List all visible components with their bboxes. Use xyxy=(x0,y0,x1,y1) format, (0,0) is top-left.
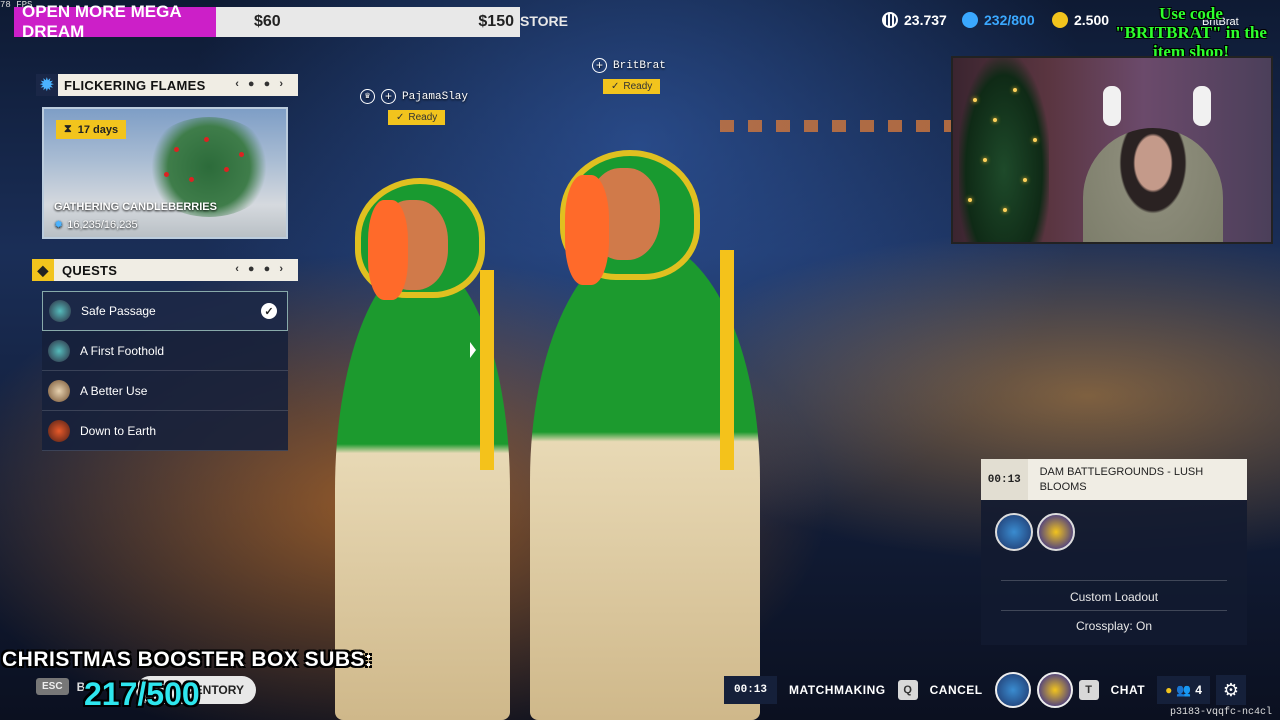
christmas-subs-label: CHRISTMAS BOOSTER BOX SUBS: xyxy=(2,648,373,671)
match-mode: DAM BATTLEGROUNDS - LUSH BLOOMS xyxy=(1039,465,1204,493)
quest-item[interactable]: A First Foothold xyxy=(42,331,288,371)
subs-counter: 217/500 xyxy=(84,676,200,712)
add-friend-icon: + xyxy=(381,89,396,104)
match-timer: 00:13 xyxy=(981,459,1028,500)
ready-badge: ✓ Ready xyxy=(603,79,661,94)
event-title: FLICKERING FLAMES xyxy=(64,77,206,93)
quests-panel-header: ◆ QUESTS ‹ ● ● › xyxy=(32,259,298,281)
quest-item[interactable]: Down to Earth xyxy=(42,411,288,451)
promo-progress-bar: OPEN MORE MEGA DREAM $60 $150 xyxy=(14,2,520,41)
event-card[interactable]: ⧗ 17 days GATHERING CANDLEBERRIES ✹ 16,2… xyxy=(42,107,288,239)
coins-icon xyxy=(1052,12,1068,28)
promo-title: OPEN MORE MEGA DREAM xyxy=(14,2,216,41)
matchmaking-timer: 00:13 xyxy=(724,676,778,704)
hourglass-icon: ⧗ xyxy=(64,123,72,135)
quest-avatar-icon xyxy=(49,300,71,322)
tokens-value: 232/800 xyxy=(984,12,1035,28)
player-name: PajamaSlay xyxy=(402,90,469,103)
gear-icon: ✹ xyxy=(54,219,64,231)
chat-button[interactable]: CHAT xyxy=(1105,683,1151,697)
gear-icon: ✹ xyxy=(36,74,58,96)
checkmark-icon: ✓ xyxy=(611,81,620,92)
match-header: 00:13 DAM BATTLEGROUNDS - LUSH BLOOMS xyxy=(981,459,1247,500)
checkmark-icon: ✓ xyxy=(261,303,277,319)
currency-credits: 23.737 xyxy=(882,12,947,28)
tokens-icon xyxy=(962,12,978,28)
credits-icon xyxy=(882,12,898,28)
party-avatar[interactable] xyxy=(1036,672,1073,708)
add-friend-icon: + xyxy=(592,58,607,73)
squad-member-avatar[interactable] xyxy=(1037,513,1075,551)
quest-label: A Better Use xyxy=(80,383,148,398)
player-name: BritBrat xyxy=(613,59,666,72)
party-count-value: 4 xyxy=(1195,683,1202,697)
time-left-badge: ⧗ 17 days xyxy=(56,120,127,139)
party-avatar[interactable] xyxy=(994,672,1031,708)
event-panel-header: ✹ FLICKERING FLAMES ‹ ● ● › xyxy=(36,74,298,96)
quests-title: QUESTS xyxy=(62,262,118,278)
t-key-icon: T xyxy=(1078,680,1099,700)
divider xyxy=(1001,580,1227,581)
credits-value: 23.737 xyxy=(904,12,947,28)
quest-label: A First Foothold xyxy=(80,343,165,358)
currency-coins: 2.500 xyxy=(1052,12,1109,28)
squad-member-avatar[interactable] xyxy=(995,513,1033,551)
quest-avatar-icon xyxy=(48,419,70,442)
quests-pager[interactable]: ‹ ● ● › xyxy=(235,263,286,275)
player-tag-2[interactable]: + BritBrat xyxy=(592,58,666,73)
quest-avatar-icon xyxy=(48,339,70,362)
gear-icon[interactable]: ⚙ xyxy=(1215,675,1246,705)
promo-value-end: $150 xyxy=(478,13,514,30)
mouse-cursor xyxy=(470,342,476,358)
crossplay-option[interactable]: Crossplay: On xyxy=(981,619,1247,633)
promo-value-start: $60 xyxy=(254,13,281,30)
quest-item[interactable]: A Better Use xyxy=(42,371,288,411)
streamer-image xyxy=(1083,128,1223,242)
time-left-value: 17 days xyxy=(77,123,119,136)
headphone-ear-right xyxy=(1193,86,1211,126)
promo-code-text: Use code "BRITBRAT" in the item shop! xyxy=(1115,4,1267,61)
people-icon: 👥 xyxy=(1176,683,1192,697)
quest-label: Safe Passage xyxy=(81,304,156,318)
cancel-button[interactable]: CANCEL xyxy=(924,683,989,697)
checkmark-icon: ✓ xyxy=(396,112,405,123)
q-key-icon: Q xyxy=(897,680,918,700)
headphone-ear-left xyxy=(1103,86,1121,126)
online-status-icon: ● xyxy=(1165,683,1173,697)
quest-diamond-icon: ◆ xyxy=(32,259,54,281)
match-panel: Custom Loadout Crossplay: On xyxy=(981,500,1247,645)
streamer-webcam xyxy=(951,56,1273,244)
esc-key: ESC xyxy=(36,678,69,695)
event-pager[interactable]: ‹ ● ● › xyxy=(235,78,286,90)
ready-label: Ready xyxy=(408,112,438,123)
christmas-tree-image xyxy=(959,58,1049,242)
divider xyxy=(1001,610,1227,611)
quest-avatar-icon xyxy=(48,379,70,402)
party-count[interactable]: ● 👥 4 xyxy=(1157,676,1210,704)
coins-value: 2.500 xyxy=(1074,12,1110,28)
ready-label: Ready xyxy=(623,81,653,92)
event-progress: ✹ 16,235/16,235 xyxy=(54,218,138,232)
event-card-title: GATHERING CANDLEBERRIES xyxy=(54,201,217,213)
quest-list: Safe Passage ✓ A First Foothold A Better… xyxy=(42,291,288,451)
event-progress-value: 16,235/16,235 xyxy=(67,218,138,231)
matchmaking-status: MATCHMAKING xyxy=(789,683,886,697)
ready-badge: ✓ Ready xyxy=(388,110,446,125)
store-tab[interactable]: STORE xyxy=(520,13,568,29)
crown-icon: ♛ xyxy=(360,89,375,104)
custom-loadout-option[interactable]: Custom Loadout xyxy=(981,590,1247,604)
player-tag-1[interactable]: ♛ + PajamaSlay xyxy=(360,89,468,104)
session-id: p3183-vqqfc-nc4cl xyxy=(1169,707,1272,718)
currency-tokens: 232/800 xyxy=(962,12,1035,28)
back-control[interactable]: ESC B xyxy=(36,678,85,695)
bottom-action-bar: 00:13 MATCHMAKING Q CANCEL T CHAT ● 👥 4 … xyxy=(724,672,1246,708)
quest-label: Down to Earth xyxy=(80,423,157,438)
quest-item[interactable]: Safe Passage ✓ xyxy=(42,291,288,331)
